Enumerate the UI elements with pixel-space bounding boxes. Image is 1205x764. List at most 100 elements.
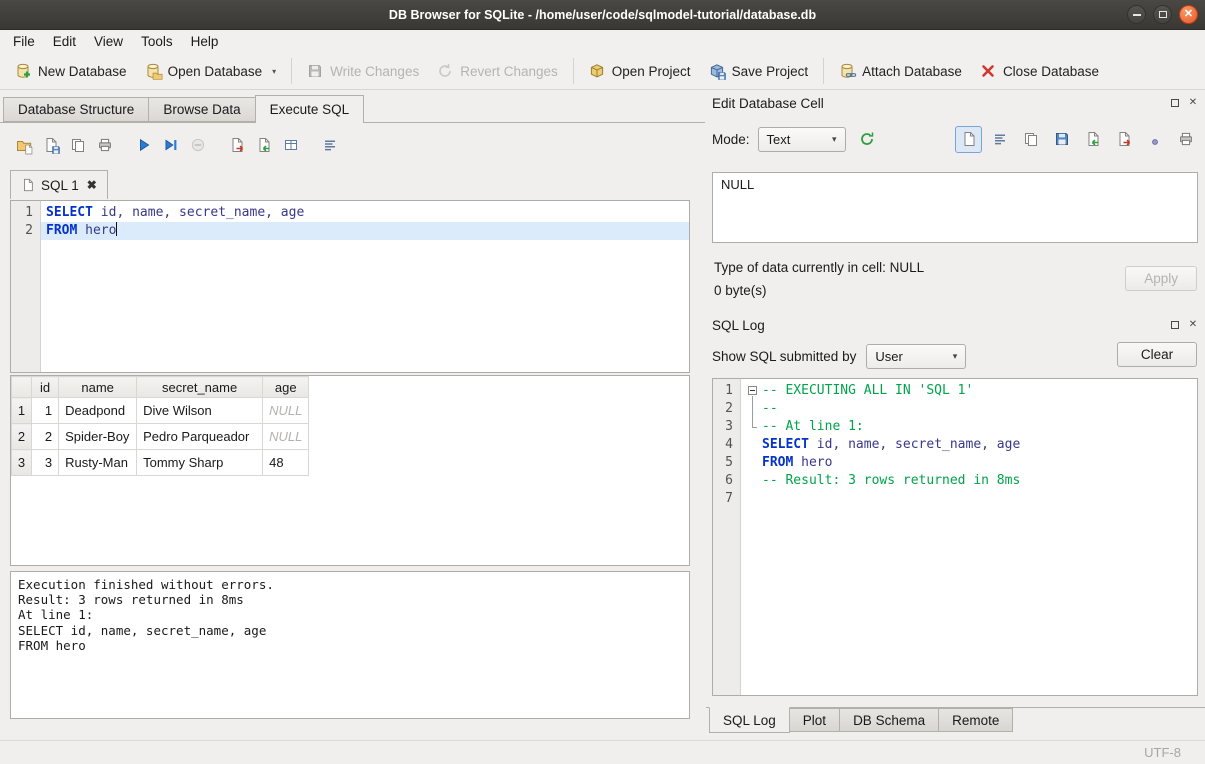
menu-tools[interactable]: Tools xyxy=(132,31,182,52)
close-dock-icon[interactable]: ✕ xyxy=(1187,97,1199,109)
menu-edit[interactable]: Edit xyxy=(44,31,85,52)
print-cell-button[interactable] xyxy=(1172,126,1199,153)
export-results-button[interactable] xyxy=(223,131,250,158)
code-line[interactable]: -- Result: 3 rows returned in 8ms xyxy=(741,472,1197,490)
row-header[interactable]: 3 xyxy=(12,450,32,476)
sql-editor-code[interactable]: SELECT id, name, secret_name, ageFROM he… xyxy=(41,201,689,372)
write-changes-button: Write Changes xyxy=(298,57,428,85)
encoding-indicator[interactable]: UTF-8 xyxy=(1144,745,1181,760)
tab-browse-data[interactable]: Browse Data xyxy=(148,97,255,122)
close-database-button[interactable]: Close Database xyxy=(971,57,1108,85)
minimize-button[interactable] xyxy=(1127,5,1146,24)
chevron-down-icon[interactable]: ▾ xyxy=(272,67,276,76)
menu-view[interactable]: View xyxy=(85,31,132,52)
submitter-select[interactable]: User ▾ xyxy=(866,344,966,369)
word-wrap-button[interactable] xyxy=(986,126,1013,153)
new-database-button[interactable]: New Database xyxy=(6,57,136,85)
format-sql-icon xyxy=(322,137,338,153)
table-cell[interactable]: 1 xyxy=(32,398,59,424)
code-line[interactable]: SELECT id, name, secret_name, age xyxy=(741,436,1197,454)
save-sql-as-button[interactable] xyxy=(64,131,91,158)
sql-log-dock-header[interactable]: SQL Log ✕ xyxy=(712,316,1199,334)
float-dock-icon[interactable] xyxy=(1169,97,1181,109)
menu-file[interactable]: File xyxy=(4,31,44,52)
table-cell[interactable]: Deadpond xyxy=(59,398,137,424)
save-cell-button[interactable] xyxy=(1048,126,1075,153)
menu-help[interactable]: Help xyxy=(182,31,228,52)
execute-sql-pane: SQL 1 ✖ 12 SELECT id, name, secret_name,… xyxy=(0,122,705,740)
status-line: FROM hero xyxy=(18,638,682,653)
tab-plot[interactable]: Plot xyxy=(789,708,840,732)
attach-database-button[interactable]: Attach Database xyxy=(830,57,971,85)
table-cell[interactable]: Dive Wilson xyxy=(137,398,263,424)
word-wrap-icon xyxy=(992,131,1008,147)
column-header-age[interactable]: age xyxy=(263,377,309,398)
code-line[interactable]: SELECT id, name, secret_name, age xyxy=(41,204,689,222)
table-cell[interactable]: Tommy Sharp xyxy=(137,450,263,476)
tab-remote[interactable]: Remote xyxy=(938,708,1013,732)
sql-editor[interactable]: 12 SELECT id, name, secret_name, ageFROM… xyxy=(10,200,690,373)
table-cell[interactable]: Rusty-Man xyxy=(59,450,137,476)
table-cell[interactable]: NULL xyxy=(263,398,309,424)
tab-execute-sql[interactable]: Execute SQL xyxy=(255,95,365,123)
open-project-icon xyxy=(589,63,605,79)
table-cell[interactable]: Spider-Boy xyxy=(59,424,137,450)
mode-select[interactable]: Text ▾ xyxy=(758,127,846,152)
execute-current-line-button[interactable] xyxy=(157,131,184,158)
status-message-box[interactable]: Execution finished without errors.Result… xyxy=(10,571,690,719)
text-mode-button[interactable] xyxy=(955,126,982,153)
save-results-button[interactable] xyxy=(277,131,304,158)
import-sql-button[interactable] xyxy=(250,131,277,158)
close-tab-icon[interactable]: ✖ xyxy=(87,178,97,192)
open-sql-file-button[interactable] xyxy=(10,131,37,158)
import-cell-button[interactable] xyxy=(1079,126,1106,153)
edit-cell-title: Edit Database Cell xyxy=(712,96,824,111)
sql-log-view[interactable]: 1234567 -- EXECUTING ALL IN 'SQL 1'---- … xyxy=(712,378,1198,696)
save-sql-file-button[interactable] xyxy=(37,131,64,158)
code-line[interactable]: FROM hero xyxy=(741,454,1197,472)
code-line[interactable]: -- EXECUTING ALL IN 'SQL 1' xyxy=(741,382,1197,400)
float-dock-icon[interactable] xyxy=(1169,319,1181,331)
code-token: SELECT xyxy=(46,205,93,220)
execute-all-button[interactable] xyxy=(130,131,157,158)
tab-db-schema[interactable]: DB Schema xyxy=(839,708,939,732)
stop-execution-button xyxy=(184,131,211,158)
close-dock-icon[interactable]: ✕ xyxy=(1187,319,1199,331)
set-null-button[interactable] xyxy=(1141,126,1168,153)
row-header[interactable]: 1 xyxy=(12,398,32,424)
table-cell[interactable]: Pedro Parqueador xyxy=(137,424,263,450)
column-header-name[interactable]: name xyxy=(59,377,137,398)
code-token: FROM xyxy=(762,455,793,470)
format-sql-button[interactable] xyxy=(316,131,343,158)
results-grid[interactable]: idnamesecret_nameage11DeadpondDive Wilso… xyxy=(10,375,690,566)
code-line[interactable] xyxy=(741,490,1197,508)
code-token: FROM xyxy=(46,223,77,238)
column-header-id[interactable]: id xyxy=(32,377,59,398)
print-sql-button[interactable] xyxy=(91,131,118,158)
column-header-secret_name[interactable]: secret_name xyxy=(137,377,263,398)
tab-sql-log[interactable]: SQL Log xyxy=(709,707,790,733)
clear-log-button[interactable]: Clear xyxy=(1117,342,1197,367)
row-header[interactable]: 2 xyxy=(12,424,32,450)
open-project-button[interactable]: Open Project xyxy=(580,57,700,85)
code-line[interactable]: FROM hero xyxy=(41,222,689,240)
tab-sql-1[interactable]: SQL 1 ✖ xyxy=(10,170,108,199)
table-cell[interactable]: 48 xyxy=(263,450,309,476)
maximize-button[interactable] xyxy=(1153,5,1172,24)
code-line[interactable]: -- xyxy=(741,400,1197,418)
table-cell[interactable]: 3 xyxy=(32,450,59,476)
copy-cell-button[interactable] xyxy=(1017,126,1044,153)
tab-database-structure[interactable]: Database Structure xyxy=(3,97,149,122)
import-icon xyxy=(1085,131,1101,147)
export-cell-button[interactable] xyxy=(1110,126,1137,153)
edit-cell-dock-header[interactable]: Edit Database Cell ✕ xyxy=(712,94,1199,112)
table-cell[interactable]: 2 xyxy=(32,424,59,450)
auto-refresh-cell-button[interactable] xyxy=(854,126,881,153)
code-line[interactable]: -- At line 1: xyxy=(741,418,1197,436)
open-database-button[interactable]: Open Database ▾ xyxy=(136,57,286,85)
cell-editor[interactable]: NULL xyxy=(712,172,1198,243)
save-project-button[interactable]: Save Project xyxy=(700,57,818,85)
table-cell[interactable]: NULL xyxy=(263,424,309,450)
fold-marker-icon[interactable] xyxy=(746,382,762,400)
close-button[interactable]: ✕ xyxy=(1179,5,1198,24)
